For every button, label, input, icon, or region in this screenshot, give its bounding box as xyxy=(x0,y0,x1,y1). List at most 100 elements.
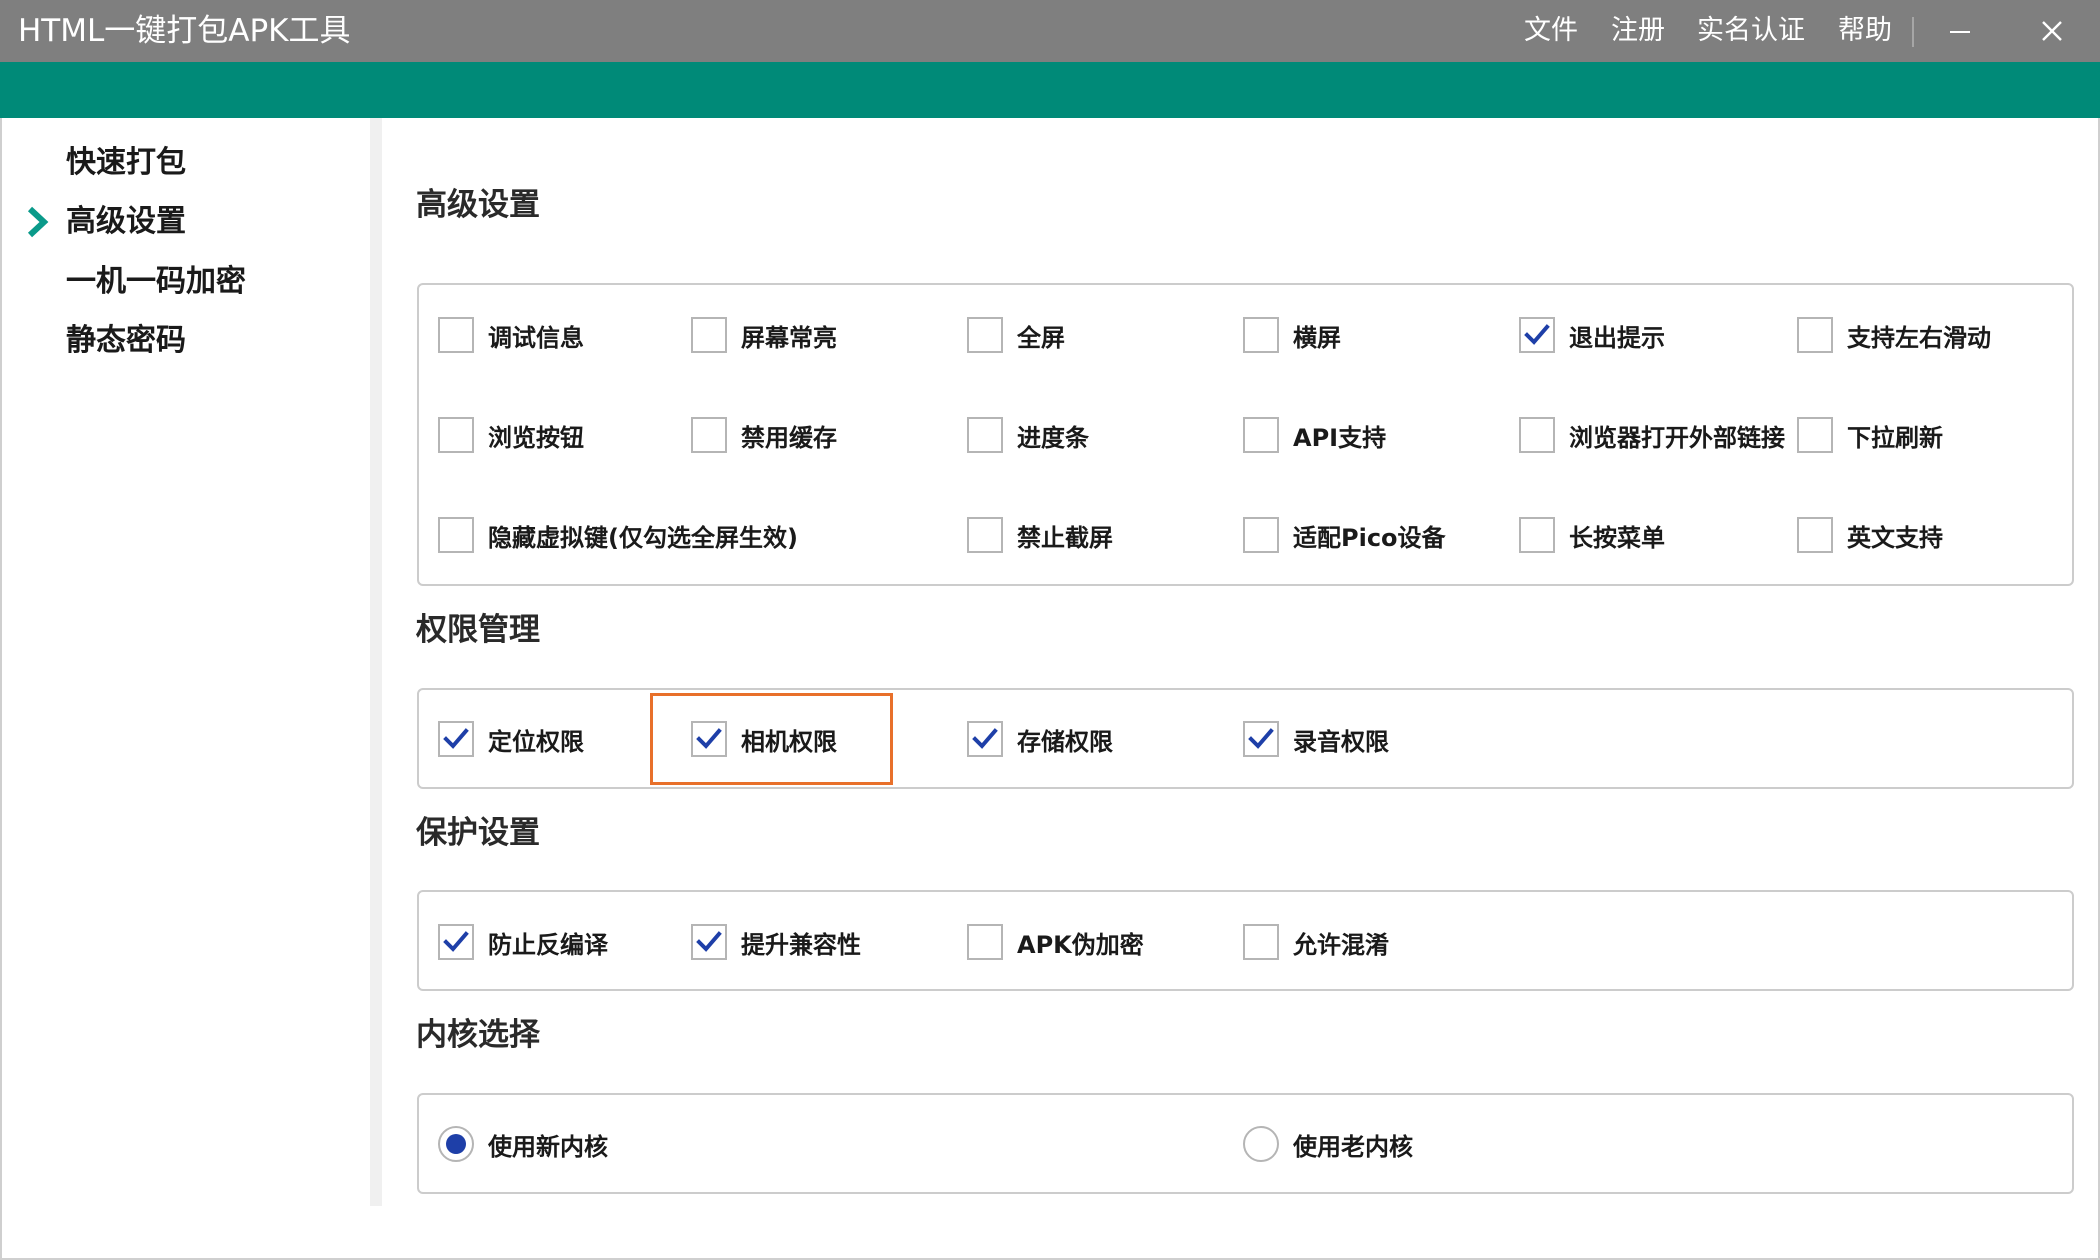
radio-dot xyxy=(446,1134,466,1154)
checkbox-label: 浏览器打开外部链接 xyxy=(1569,423,1785,452)
close-icon xyxy=(2042,21,2062,41)
close-button[interactable] xyxy=(2022,0,2082,62)
checkbox-label: 允许混淆 xyxy=(1293,930,1389,959)
advanced-checkbox-16[interactable]: 英文支持 xyxy=(1797,515,1943,555)
advanced-checkbox-13[interactable]: 禁止截屏 xyxy=(967,515,1113,555)
checkbox-label: 英文支持 xyxy=(1847,523,1943,552)
advanced-checkbox-1[interactable]: 屏幕常亮 xyxy=(691,315,837,355)
checkmark-icon xyxy=(1524,324,1550,345)
checkbox-box[interactable] xyxy=(438,317,474,353)
checkbox-label: 存储权限 xyxy=(1017,727,1113,756)
protection-checkbox-3[interactable]: 允许混淆 xyxy=(1243,922,1389,962)
advanced-checkbox-3[interactable]: 横屏 xyxy=(1243,315,1341,355)
checkbox-box[interactable] xyxy=(1243,417,1279,453)
chevron-right-icon xyxy=(27,206,49,238)
advanced-checkbox-8[interactable]: 进度条 xyxy=(967,415,1089,455)
checkbox-box[interactable] xyxy=(438,721,474,757)
advanced-checkbox-6[interactable]: 浏览按钮 xyxy=(438,415,584,455)
permissions-checkbox-1[interactable]: 相机权限 xyxy=(691,719,837,759)
sidebar-scrollbar[interactable] xyxy=(370,118,382,1206)
advanced-checkbox-12[interactable]: 隐藏虚拟键(仅勾选全屏生效) xyxy=(438,515,798,555)
checkbox-box[interactable] xyxy=(967,417,1003,453)
checkbox-box[interactable] xyxy=(691,317,727,353)
checkbox-box[interactable] xyxy=(691,721,727,757)
checkbox-label: 隐藏虚拟键(仅勾选全屏生效) xyxy=(488,523,798,552)
checkbox-label: 屏幕常亮 xyxy=(741,323,837,352)
checkbox-label: 调试信息 xyxy=(488,323,584,352)
advanced-checkbox-7[interactable]: 禁用缓存 xyxy=(691,415,837,455)
checkbox-box[interactable] xyxy=(1797,517,1833,553)
checkbox-box[interactable] xyxy=(1519,517,1555,553)
checkbox-box[interactable] xyxy=(438,417,474,453)
checkbox-label: 防止反编译 xyxy=(488,930,608,959)
advanced-checkbox-14[interactable]: 适配Pico设备 xyxy=(1243,515,1446,555)
checkbox-box[interactable] xyxy=(1519,417,1555,453)
menu-help[interactable]: 帮助 xyxy=(1838,0,1892,62)
advanced-checkbox-9[interactable]: API支持 xyxy=(1243,415,1386,455)
sidebar-item-advanced[interactable]: 高级设置 xyxy=(66,197,186,247)
radio-button[interactable] xyxy=(438,1126,474,1162)
checkbox-box[interactable] xyxy=(438,517,474,553)
kernel-radio-1[interactable]: 使用老内核 xyxy=(1243,1124,1413,1164)
checkbox-label: 禁止截屏 xyxy=(1017,523,1113,552)
menu-separator xyxy=(1912,17,1914,47)
menu-realname-verify[interactable]: 实名认证 xyxy=(1697,0,1805,62)
menu-file[interactable]: 文件 xyxy=(1524,0,1578,62)
checkbox-label: 长按菜单 xyxy=(1569,523,1665,552)
checkbox-label: API支持 xyxy=(1293,423,1387,452)
permissions-checkbox-3[interactable]: 录音权限 xyxy=(1243,719,1389,759)
permissions-checkbox-0[interactable]: 定位权限 xyxy=(438,719,584,759)
protection-checkbox-2[interactable]: APK伪加密 xyxy=(967,922,1144,962)
checkbox-label: 浏览按钮 xyxy=(488,423,584,452)
permissions-checkbox-2[interactable]: 存储权限 xyxy=(967,719,1113,759)
checkbox-box[interactable] xyxy=(691,417,727,453)
minimize-button[interactable] xyxy=(1930,0,1990,62)
radio-button[interactable] xyxy=(1243,1126,1279,1162)
checkbox-box[interactable] xyxy=(967,317,1003,353)
checkbox-label: 支持左右滑动 xyxy=(1847,323,1991,352)
checkbox-label: 提升兼容性 xyxy=(741,930,861,959)
checkbox-box[interactable] xyxy=(1243,517,1279,553)
checkbox-label: 录音权限 xyxy=(1293,727,1389,756)
advanced-checkbox-10[interactable]: 浏览器打开外部链接 xyxy=(1519,415,1785,455)
checkbox-box[interactable] xyxy=(438,924,474,960)
checkmark-icon xyxy=(696,931,722,952)
checkbox-label: 全屏 xyxy=(1017,323,1065,352)
menu-register[interactable]: 注册 xyxy=(1611,0,1665,62)
checkbox-box[interactable] xyxy=(691,924,727,960)
window-title: HTML一键打包APK工具 xyxy=(18,13,351,49)
protection-checkbox-1[interactable]: 提升兼容性 xyxy=(691,922,861,962)
checkbox-box[interactable] xyxy=(1243,924,1279,960)
title-bar: HTML一键打包APK工具 文件 注册 实名认证 帮助 xyxy=(0,0,2100,62)
advanced-checkbox-11[interactable]: 下拉刷新 xyxy=(1797,415,1943,455)
advanced-checkbox-5[interactable]: 支持左右滑动 xyxy=(1797,315,1991,355)
checkbox-label: APK伪加密 xyxy=(1017,930,1144,959)
advanced-checkbox-2[interactable]: 全屏 xyxy=(967,315,1065,355)
advanced-checkbox-15[interactable]: 长按菜单 xyxy=(1519,515,1665,555)
checkbox-box[interactable] xyxy=(1797,317,1833,353)
checkbox-box[interactable] xyxy=(1243,317,1279,353)
checkbox-box[interactable] xyxy=(1519,317,1555,353)
advanced-checkbox-0[interactable]: 调试信息 xyxy=(438,315,584,355)
advanced-checkbox-4[interactable]: 退出提示 xyxy=(1519,315,1665,355)
checkbox-label: 下拉刷新 xyxy=(1847,423,1943,452)
checkbox-label: 退出提示 xyxy=(1569,323,1665,352)
protection-checkbox-0[interactable]: 防止反编译 xyxy=(438,922,608,962)
checkbox-box[interactable] xyxy=(1797,417,1833,453)
checkbox-box[interactable] xyxy=(967,721,1003,757)
section-title-kernel: 内核选择 xyxy=(416,1017,540,1053)
sidebar-item-quick-pack[interactable]: 快速打包 xyxy=(66,138,186,188)
checkmark-icon xyxy=(972,728,998,749)
sidebar-item-static-password[interactable]: 静态密码 xyxy=(66,316,186,366)
minimize-icon xyxy=(1950,31,1970,33)
checkbox-box[interactable] xyxy=(1243,721,1279,757)
checkbox-box[interactable] xyxy=(967,924,1003,960)
sidebar-item-device-code-encrypt[interactable]: 一机一码加密 xyxy=(66,257,246,307)
checkbox-box[interactable] xyxy=(967,517,1003,553)
checkbox-label: 适配Pico设备 xyxy=(1293,523,1446,552)
section-title-advanced: 高级设置 xyxy=(416,187,540,223)
kernel-radio-0[interactable]: 使用新内核 xyxy=(438,1124,608,1164)
checkmark-icon xyxy=(696,728,722,749)
checkbox-label: 进度条 xyxy=(1017,423,1089,452)
radio-label: 使用老内核 xyxy=(1293,1132,1413,1161)
